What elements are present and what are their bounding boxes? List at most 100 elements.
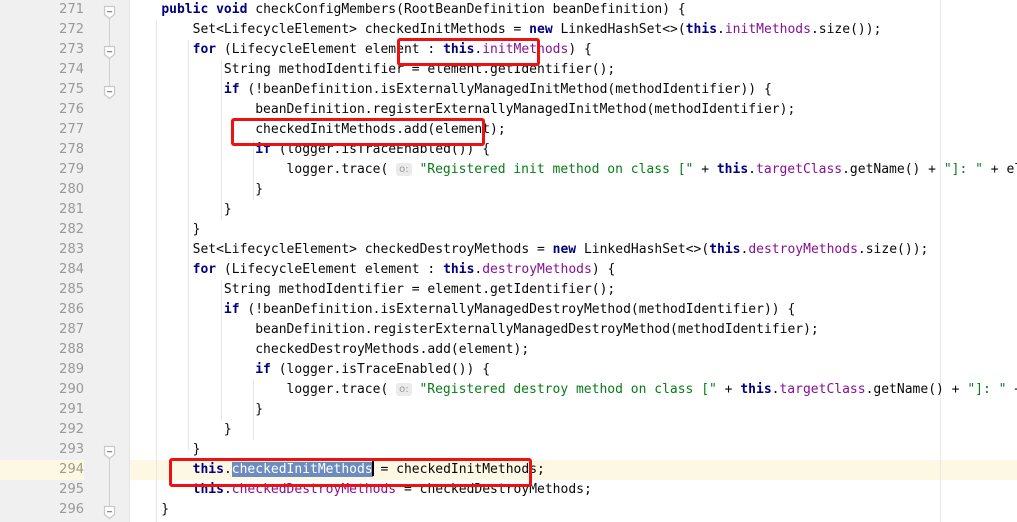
code-token: +	[716, 382, 741, 397]
code-token: }	[130, 422, 232, 437]
line-number: 278	[59, 142, 84, 157]
code-line[interactable]: 278 if (logger.isTraceEnabled()) {	[0, 140, 1017, 160]
line-number: 288	[59, 342, 84, 357]
code-text[interactable]: String methodIdentifier = element.getIde…	[130, 280, 615, 300]
code-folding-gutter[interactable]	[100, 0, 130, 522]
code-text[interactable]: beanDefinition.registerExternallyManaged…	[130, 100, 795, 120]
line-number: 279	[59, 162, 84, 177]
line-number: 282	[59, 222, 84, 237]
line-number: 285	[59, 282, 84, 297]
keyword-token: new	[552, 242, 577, 257]
code-text[interactable]: }	[130, 440, 201, 460]
code-line[interactable]: 282 }	[0, 220, 1017, 240]
code-text[interactable]: }	[130, 200, 232, 220]
code-text[interactable]: }	[130, 220, 201, 240]
fold-collapse-icon[interactable]	[102, 445, 117, 460]
right-margin-guide	[940, 0, 941, 522]
code-token: }	[130, 182, 264, 197]
line-number: 295	[59, 482, 84, 497]
code-line[interactable]: 279 logger.trace( o: "Registered init me…	[0, 160, 1017, 180]
code-text[interactable]: checkedDestroyMethods.add(element);	[130, 340, 529, 360]
line-number: 292	[59, 422, 84, 437]
code-line[interactable]: 290 logger.trace( o: "Registered destroy…	[0, 380, 1017, 400]
code-text[interactable]: }	[130, 180, 263, 200]
code-text[interactable]: logger.trace( o: "Registered destroy met…	[130, 380, 1017, 400]
code-line[interactable]: 275 if (!beanDefinition.isExternallyMana…	[0, 80, 1017, 100]
code-text[interactable]: this.checkedInitMethods = checkedInitMet…	[130, 460, 545, 480]
code-token: Set<LifecycleElement> checkedInitMethods…	[130, 22, 530, 37]
code-line[interactable]: 283 Set<LifecycleElement> checkedDestroy…	[0, 240, 1017, 260]
code-line[interactable]: 273 for (LifecycleElement element : this…	[0, 40, 1017, 60]
code-line[interactable]: 292 }	[0, 420, 1017, 440]
fold-collapse-icon[interactable]	[102, 85, 117, 100]
keyword-token: new	[529, 22, 553, 37]
line-number: 293	[59, 442, 84, 457]
code-text[interactable]: String methodIdentifier = element.getIde…	[130, 60, 615, 80]
field-token: checkedDestroyMethods	[231, 482, 397, 497]
code-text[interactable]: beanDefinition.registerExternallyManaged…	[130, 320, 819, 340]
code-line[interactable]: 271 public void checkConfigMembers(RootB…	[0, 0, 1017, 20]
code-line[interactable]: 293 }	[0, 440, 1017, 460]
keyword-token: this	[192, 462, 224, 477]
code-text[interactable]: }	[130, 400, 263, 420]
keyword-token: if	[255, 362, 271, 377]
code-token: (!beanDefinition.isExternallyManagedInit…	[239, 82, 772, 97]
code-editor[interactable]: 271 public void checkConfigMembers(RootB…	[0, 0, 1017, 522]
field-token: destroyMethods	[748, 242, 858, 257]
string-literal: "Registered destroy method on class ["	[419, 382, 717, 397]
code-line[interactable]: 285 String methodIdentifier = element.ge…	[0, 280, 1017, 300]
line-number: 286	[59, 302, 84, 317]
code-token: }	[130, 502, 170, 517]
code-text[interactable]: if (!beanDefinition.isExternallyManagedI…	[130, 80, 772, 100]
code-token: .size());	[810, 22, 882, 37]
line-number: 287	[59, 322, 84, 337]
code-text[interactable]: this.checkedDestroyMethods = checkedDest…	[130, 480, 592, 500]
code-token: = checkedDestroyMethods;	[396, 482, 592, 497]
code-token: }	[130, 222, 201, 237]
code-line[interactable]: 276 beanDefinition.registerExternallyMan…	[0, 100, 1017, 120]
fold-collapse-icon[interactable]	[102, 5, 117, 20]
code-text[interactable]: for (LifecycleElement element : this.des…	[130, 260, 616, 280]
code-text[interactable]: public void checkConfigMembers(RootBeanD…	[130, 0, 686, 20]
code-line[interactable]: 284 for (LifecycleElement element : this…	[0, 260, 1017, 280]
fold-collapse-icon[interactable]	[102, 45, 117, 60]
code-text[interactable]: Set<LifecycleElement> checkedInitMethods…	[130, 20, 882, 40]
code-line[interactable]: 286 if (!beanDefinition.isExternallyMana…	[0, 300, 1017, 320]
code-text[interactable]: }	[130, 500, 169, 520]
fold-collapse-icon[interactable]	[102, 505, 117, 520]
code-line[interactable]: 281 }	[0, 200, 1017, 220]
code-line[interactable]: 280 }	[0, 180, 1017, 200]
code-token: + element);	[990, 162, 1017, 177]
line-number: 290	[59, 382, 84, 397]
line-number: 294	[0, 460, 84, 480]
code-text[interactable]: }	[130, 420, 232, 440]
code-text[interactable]: for (LifecycleElement element : this.ini…	[130, 40, 592, 60]
code-text[interactable]: checkedInitMethods.add(element);	[130, 120, 505, 140]
code-line[interactable]: 274 String methodIdentifier = element.ge…	[0, 60, 1017, 80]
code-text[interactable]: Set<LifecycleElement> checkedDestroyMeth…	[130, 240, 929, 260]
field-token: initMethods	[724, 22, 811, 37]
code-token: checkConfigMembers(RootBeanDefinition be…	[247, 2, 686, 17]
code-line[interactable]: 272 Set<LifecycleElement> checkedInitMet…	[0, 20, 1017, 40]
code-line[interactable]: 287 beanDefinition.registerExternallyMan…	[0, 320, 1017, 340]
code-token: .	[748, 162, 756, 177]
code-token: }	[130, 442, 201, 457]
code-line[interactable]: 289 if (logger.isTraceEnabled()) {	[0, 360, 1017, 380]
code-text[interactable]: logger.trace( o: "Registered init method…	[130, 160, 1017, 180]
code-text[interactable]: if (logger.isTraceEnabled()) {	[130, 140, 490, 160]
code-line[interactable]: 288 checkedDestroyMethods.add(element);	[0, 340, 1017, 360]
line-number: 274	[59, 62, 84, 77]
code-text[interactable]: if (!beanDefinition.isExternallyManagedD…	[130, 300, 795, 320]
code-line[interactable]: 294 this.checkedInitMethods = checkedIni…	[0, 460, 1017, 480]
code-line[interactable]: 296 }	[0, 500, 1017, 520]
code-line[interactable]: 295 this.checkedDestroyMethods = checked…	[0, 480, 1017, 500]
code-line[interactable]: 277 checkedInitMethods.add(element);	[0, 120, 1017, 140]
code-text[interactable]: if (logger.isTraceEnabled()) {	[130, 360, 490, 380]
code-line[interactable]: 291 }	[0, 400, 1017, 420]
line-number: 291	[59, 402, 84, 417]
